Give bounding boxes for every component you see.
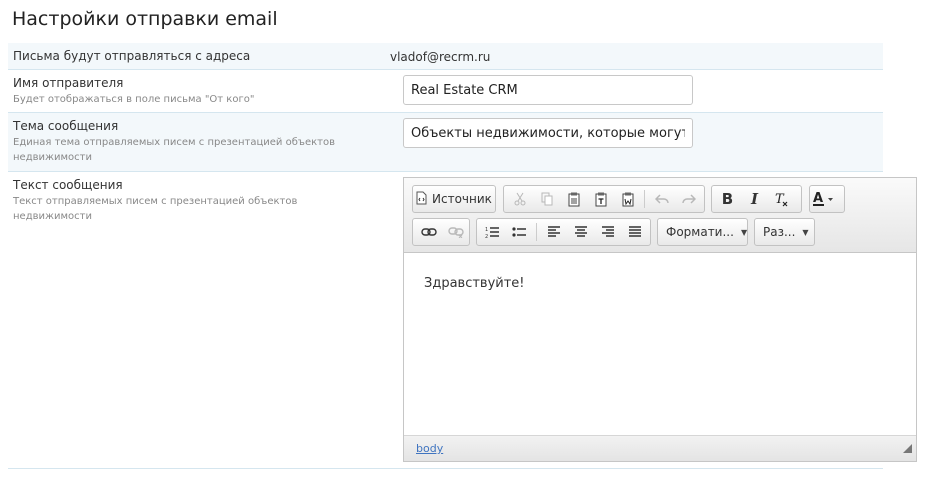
from-address-row: Письма будут отправляться с адреса vlado… — [8, 43, 883, 70]
cut-icon[interactable] — [506, 187, 533, 211]
from-address-value: vladof@recrm.ru — [390, 50, 491, 64]
chevron-down-icon: ▼ — [802, 227, 809, 237]
copy-icon[interactable] — [533, 187, 560, 211]
paste-text-icon[interactable] — [587, 187, 614, 211]
undo-icon[interactable] — [648, 187, 675, 211]
resize-handle-icon[interactable] — [902, 439, 913, 458]
element-path-link[interactable]: body — [416, 442, 443, 455]
sender-name-label: Имя отправителя — [13, 76, 124, 90]
editor-content-area[interactable]: Здравствуйте! — [404, 254, 916, 436]
text-color-icon: A — [812, 191, 834, 207]
subject-hint: Единая тема отправляемых писем с презент… — [13, 137, 335, 163]
toolbar-separator — [644, 190, 645, 208]
redo-icon[interactable] — [675, 187, 702, 211]
paste-word-icon[interactable] — [614, 187, 641, 211]
svg-text:2: 2 — [485, 234, 488, 239]
format-dropdown-label: Формати... — [666, 225, 734, 239]
source-icon — [415, 190, 428, 209]
sender-name-input[interactable] — [403, 75, 693, 105]
from-address-label: Письма будут отправляться с адреса — [13, 49, 251, 63]
unlink-icon[interactable] — [442, 220, 469, 244]
remove-format-icon[interactable]: T — [768, 187, 795, 211]
svg-text:1: 1 — [485, 227, 488, 233]
align-justify-icon[interactable] — [621, 220, 648, 244]
links-group — [412, 218, 470, 246]
italic-icon[interactable]: I — [741, 187, 768, 211]
editor-status-bar: body — [404, 435, 916, 461]
bulleted-list-icon[interactable] — [506, 220, 533, 244]
sender-name-hint: Будет отображаться в поле письма "От ког… — [13, 94, 255, 105]
chevron-down-icon: ▼ — [740, 227, 748, 237]
align-center-icon[interactable] — [567, 220, 594, 244]
sender-name-row: Имя отправителя Будет отображаться в пол… — [8, 70, 883, 113]
link-icon[interactable] — [415, 220, 442, 244]
page-title: Настройки отправки email — [12, 8, 278, 30]
rich-text-editor: Источник B I T A 1 2 Формати... ▼ Раз...… — [403, 177, 917, 462]
format-dropdown[interactable]: Формати... ▼ — [657, 218, 748, 246]
bold-icon[interactable]: B — [714, 187, 741, 211]
size-dropdown[interactable]: Раз... ▼ — [754, 218, 815, 246]
message-body-label: Текст сообщения — [13, 178, 123, 192]
subject-row: Тема сообщения Единая тема отправляемых … — [8, 113, 883, 172]
svg-text:A: A — [813, 191, 823, 206]
basic-styles-group: B I T — [711, 185, 802, 213]
source-button-label: Источник — [432, 192, 492, 206]
text-color-button[interactable]: A — [809, 185, 845, 213]
source-button[interactable]: Источник — [412, 185, 496, 213]
subject-input[interactable] — [403, 118, 693, 148]
paste-icon[interactable] — [560, 187, 587, 211]
align-right-icon[interactable] — [594, 220, 621, 244]
numbered-list-icon[interactable]: 12 — [479, 220, 506, 244]
align-left-icon[interactable] — [540, 220, 567, 244]
editor-content-text[interactable]: Здравствуйте! — [424, 276, 525, 291]
size-dropdown-label: Раз... — [763, 225, 796, 239]
paragraph-group: 12 — [476, 218, 651, 246]
clipboard-group — [503, 185, 705, 213]
message-body-hint: Текст отправляемых писем с презентацией … — [13, 196, 298, 222]
toolbar-separator — [536, 223, 537, 241]
subject-label: Тема сообщения — [13, 119, 119, 133]
editor-toolbar: Источник B I T A 1 2 Формати... ▼ Раз...… — [404, 178, 916, 253]
